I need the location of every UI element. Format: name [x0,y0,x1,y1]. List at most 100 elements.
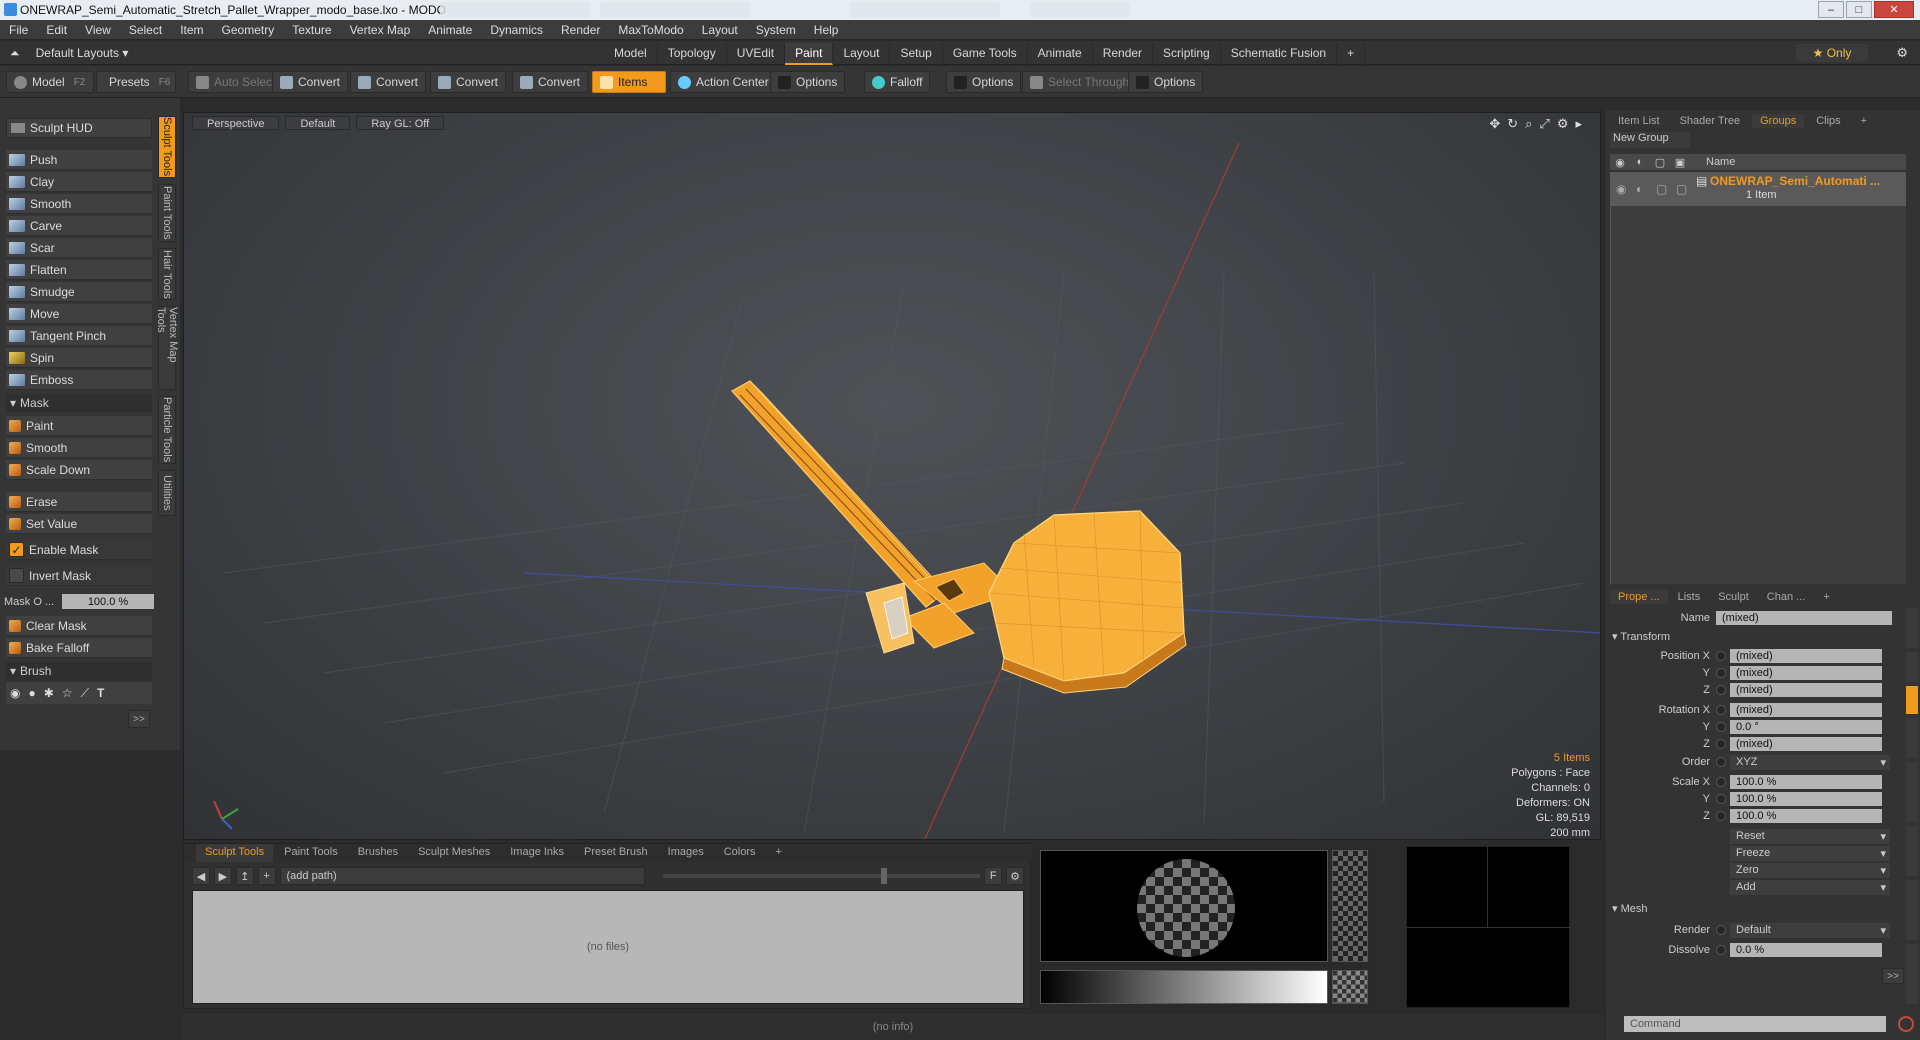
menu-layout[interactable]: Layout [693,23,747,37]
path-dropdown[interactable]: (add path) [279,867,645,885]
tool-move[interactable]: Move [6,304,152,324]
keyframe-dot-icon[interactable] [1716,945,1726,955]
shading-dropdown[interactable]: Default [285,116,351,130]
options-button-3[interactable]: Options [1128,71,1204,93]
falloff-button[interactable]: Falloff [864,71,931,93]
vtab-paint-tools[interactable]: Paint Tools [158,184,176,242]
filter-button[interactable]: F [984,867,1003,885]
default-layouts-dropdown[interactable]: Default Layouts ▾ [36,46,129,61]
convert-button-4[interactable]: Convert [512,71,589,93]
row-visibility-icon[interactable]: ◉ [1616,182,1626,196]
tab-lists[interactable]: Lists [1670,590,1709,604]
keyframe-dot-icon[interactable] [1716,757,1726,767]
sculpt-hud-button[interactable]: Sculpt HUD [6,118,152,138]
tool-clay[interactable]: Clay [6,172,152,192]
menu-animate[interactable]: Animate [419,23,481,37]
clear-mask-button[interactable]: Clear Mask [6,616,152,636]
btab-preset-brush[interactable]: Preset Brush [575,844,657,862]
auto-select-button[interactable]: Auto Select [188,71,284,93]
vtab-hair-tools[interactable]: Hair Tools [158,248,176,300]
keyframe-dot-icon[interactable] [1716,794,1726,804]
side-tab[interactable] [1906,718,1918,758]
mesh-section[interactable]: ▾ Mesh [1612,902,1647,915]
tool-scar[interactable]: Scar [6,238,152,258]
menu-file[interactable]: File [0,23,37,37]
keyframe-dot-icon[interactable] [1716,777,1726,787]
viewport-menu-arrow-icon[interactable]: ▸ [1575,116,1582,132]
convert-button-2[interactable]: Convert [350,71,427,93]
new-group-button[interactable]: New Group [1610,132,1690,148]
keyframe-dot-icon[interactable] [1716,722,1726,732]
rotation-x-field[interactable]: (mixed) [1730,703,1882,717]
tool-push[interactable]: Push [6,150,152,170]
select-icon[interactable]: ▣ [1670,156,1690,169]
action-center-button[interactable]: Action Center [670,71,777,93]
tab-setup[interactable]: Setup [890,43,943,65]
hard-brush-icon[interactable]: ● [28,686,35,700]
close-button[interactable]: ✕ [1874,1,1914,18]
position-z-field[interactable]: (mixed) [1730,683,1882,697]
mask-tool-scale-down[interactable]: Scale Down [6,460,152,480]
tab-game-tools[interactable]: Game Tools [943,43,1028,65]
menu-geometry[interactable]: Geometry [213,23,284,37]
model-button[interactable]: Model F2 [6,71,94,93]
vtab-utilities[interactable]: Utilities [158,470,176,516]
mask-section-header[interactable]: ▾ Mask [6,394,152,412]
line-brush-icon[interactable]: ⟋ [81,686,89,701]
convert-button-3[interactable]: Convert [430,71,507,93]
tab-sculpt[interactable]: Sculpt [1710,590,1757,604]
menu-texture[interactable]: Texture [283,23,340,37]
add-tab-button[interactable]: + [1337,43,1366,65]
soft-brush-icon[interactable]: ◉ [10,686,20,700]
scale-y-field[interactable]: 100.0 % [1730,792,1882,806]
items-button[interactable]: Items [592,71,666,93]
btab-image-inks[interactable]: Image Inks [501,844,573,862]
parent-dir-icon[interactable]: ↥ [235,867,254,885]
tool-emboss[interactable]: Emboss [6,370,152,390]
gear-icon[interactable]: ⚙ [1896,45,1908,61]
side-tab-active[interactable] [1906,686,1918,714]
file-list-area[interactable]: (no files) [192,890,1024,1004]
tool-spin[interactable]: Spin [6,348,152,368]
options-button-1[interactable]: Options [770,71,846,93]
tab-topology[interactable]: Topology [658,43,727,65]
tab-add[interactable]: + [1853,114,1875,128]
menu-dynamics[interactable]: Dynamics [481,23,552,37]
tool-smooth[interactable]: Smooth [6,194,152,214]
tool-carve[interactable]: Carve [6,216,152,236]
text-brush-icon[interactable]: T [97,686,104,700]
scale-z-field[interactable]: 100.0 % [1730,809,1882,823]
tab-uvedit[interactable]: UVEdit [727,43,786,65]
add-path-icon[interactable]: + [257,867,276,885]
row-render-icon[interactable]: ◐ [1636,182,1643,196]
name-column-header[interactable]: Name [1706,156,1735,168]
side-tab[interactable] [1906,762,1918,822]
menu-view[interactable]: View [76,23,120,37]
tab-clips[interactable]: Clips [1808,114,1848,128]
name-field[interactable]: (mixed) [1716,611,1892,625]
btab-sculpt-tools[interactable]: Sculpt Tools [196,844,274,862]
3d-viewport[interactable]: Perspective Default Ray GL: Off ✥ ↻ ⌕ ⤢ … [183,112,1601,840]
options-button-2[interactable]: Options [946,71,1022,93]
tab-paint[interactable]: Paint [785,43,834,65]
back-arrow-icon[interactable]: ◀ [192,867,210,885]
thumbnail-size-slider[interactable] [662,868,981,884]
order-dropdown[interactable]: XYZ ▾ [1730,754,1890,770]
maximize-button[interactable]: □ [1846,1,1872,18]
more-properties-button[interactable]: >> [1882,968,1904,984]
scale-x-field[interactable]: 100.0 % [1730,775,1882,789]
bake-falloff-button[interactable]: Bake Falloff [6,638,152,658]
btab-paint-tools[interactable]: Paint Tools [275,844,347,862]
menu-vertex-map[interactable]: Vertex Map [341,23,420,37]
tab-add-prop[interactable]: + [1815,590,1837,604]
tab-item-list[interactable]: Item List [1610,114,1668,128]
more-brush-button[interactable]: >> [128,710,150,728]
presets-button[interactable]: Presets F6 [96,71,176,93]
layout-up-icon[interactable]: ⏶ [10,46,20,61]
rotate-icon[interactable]: ↻ [1507,116,1518,132]
transform-section[interactable]: ▾ Transform [1612,630,1670,643]
position-y-field[interactable]: (mixed) [1730,666,1882,680]
tab-scripting[interactable]: Scripting [1153,43,1221,65]
select-through-button[interactable]: Select Through [1022,71,1138,93]
row-select-icon[interactable]: ▢ [1676,182,1687,196]
